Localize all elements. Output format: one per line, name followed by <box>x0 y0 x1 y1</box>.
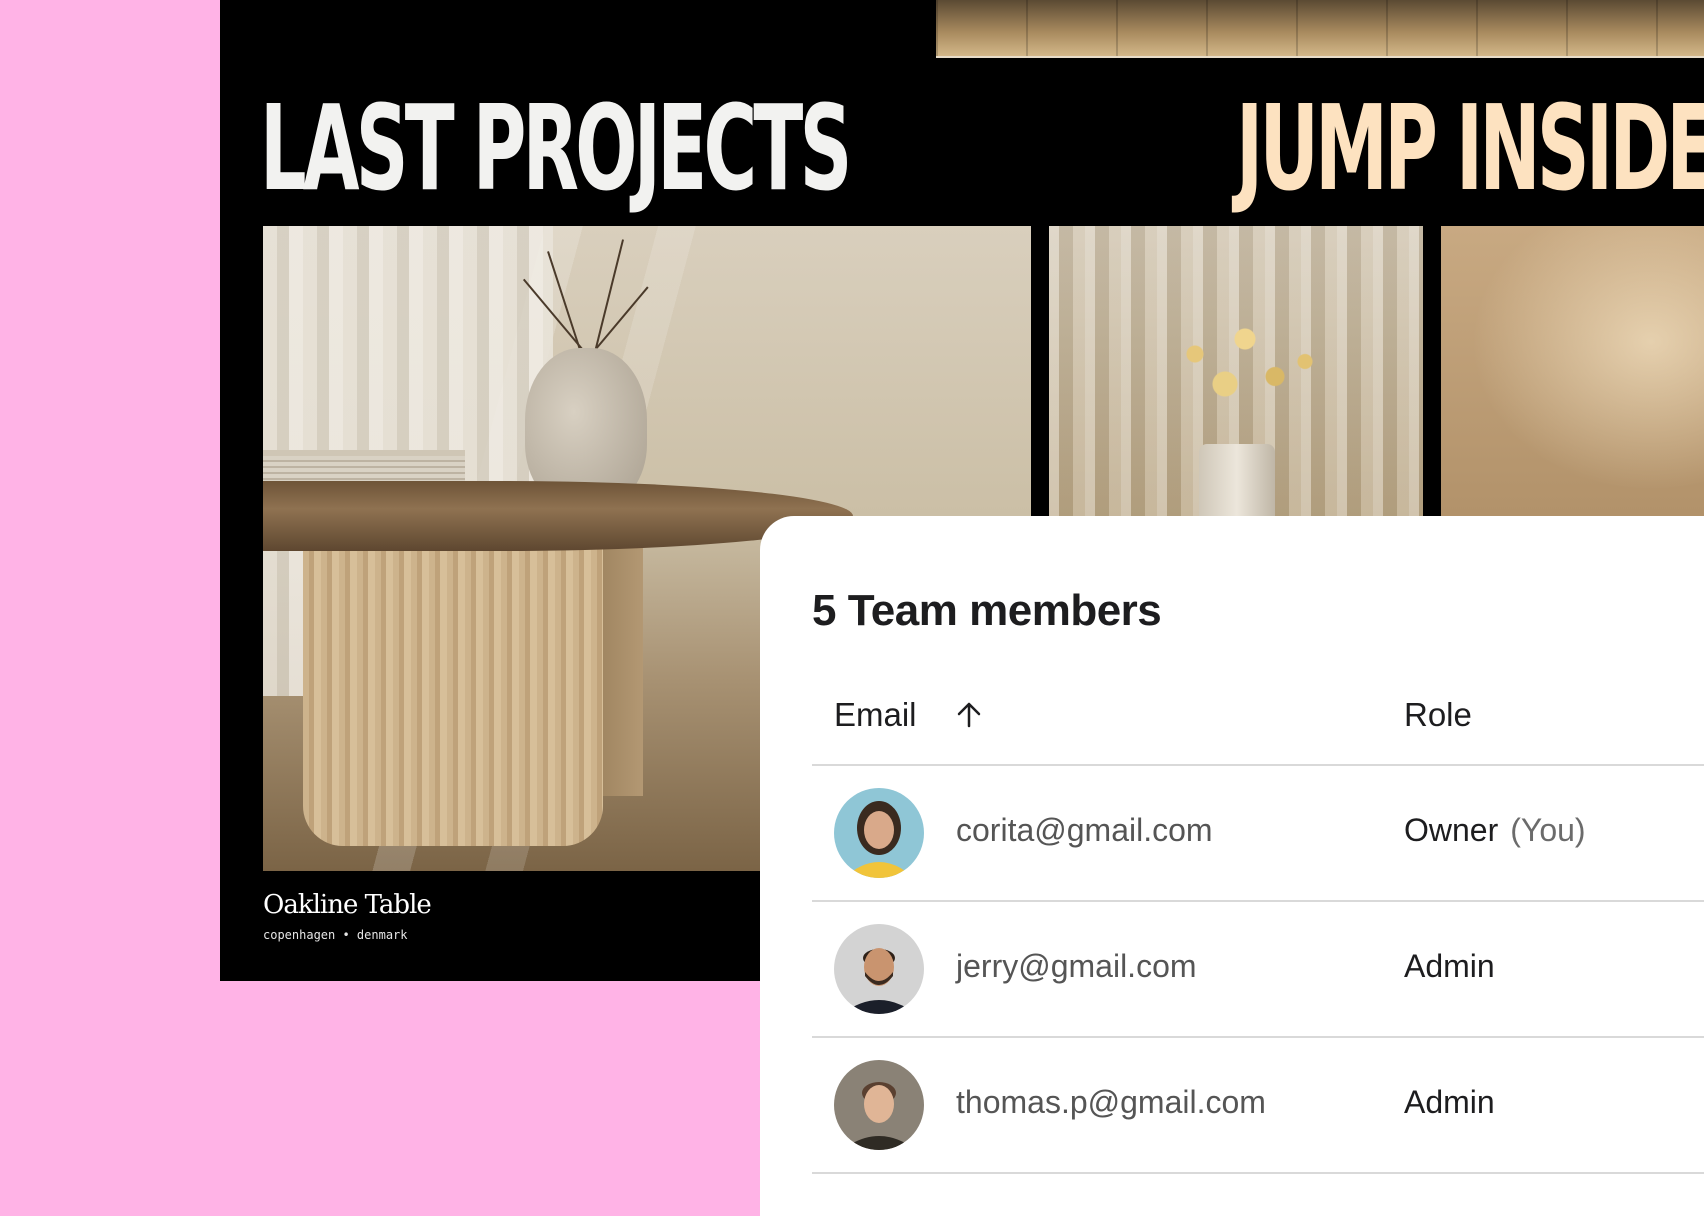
last-projects-heading: LAST PROJECTS <box>260 79 852 217</box>
member-email: jerry@gmail.com <box>956 948 1197 984</box>
avatar <box>834 1060 924 1150</box>
member-role: Owner (You) <box>1404 812 1586 848</box>
sunlit-room-photo[interactable] <box>1441 226 1704 516</box>
member-email: thomas.p@gmail.com <box>956 1084 1266 1120</box>
table-row[interactable]: corita@gmail.com Owner (You) <box>812 766 1704 902</box>
table-header: Email Role <box>812 696 1704 766</box>
member-role: Admin <box>1404 1084 1495 1120</box>
project-location: copenhagen • denmark <box>263 928 408 942</box>
project-title[interactable]: Oakline Table <box>263 890 432 920</box>
top-project-photo <box>936 0 1704 58</box>
email-column-header[interactable]: Email <box>834 696 917 734</box>
avatar <box>834 924 924 1014</box>
avatar <box>834 788 924 878</box>
member-role: Admin <box>1404 948 1495 984</box>
table-row[interactable]: jerry@gmail.com Admin <box>812 902 1704 1038</box>
flowers-vase-photo[interactable] <box>1049 226 1423 516</box>
team-members-card: 5 Team members Email Role corita@gmail.c… <box>760 516 1704 1216</box>
team-members-title: 5 Team members <box>812 586 1162 635</box>
member-email: corita@gmail.com <box>956 812 1213 848</box>
table-row[interactable]: thomas.p@gmail.com Admin <box>812 1038 1704 1174</box>
jump-inside-heading[interactable]: JUMP INSIDE <box>1236 89 1704 207</box>
arrow-up-icon[interactable] <box>953 696 985 736</box>
role-column-header[interactable]: Role <box>1404 696 1472 734</box>
you-label: (You) <box>1510 812 1586 848</box>
